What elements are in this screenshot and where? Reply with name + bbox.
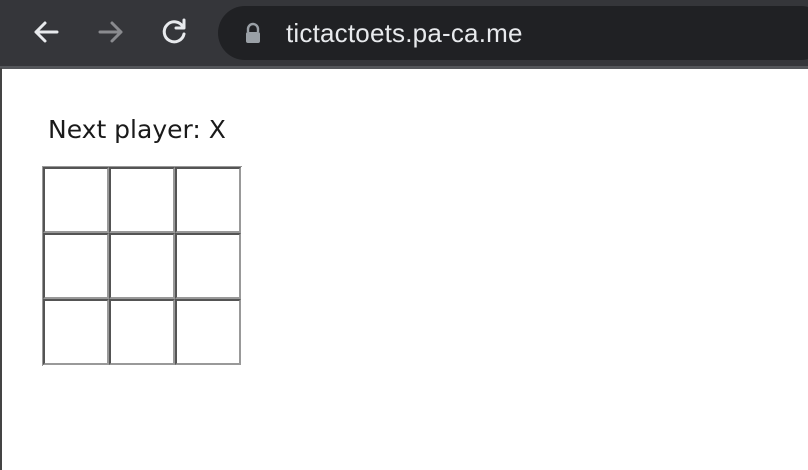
url-text[interactable]: tictactoets.pa-ca.me — [286, 6, 523, 60]
reload-button[interactable] — [156, 14, 192, 50]
game-board — [42, 166, 242, 366]
arrow-left-icon — [34, 21, 59, 43]
board-square-4[interactable] — [43, 233, 109, 299]
board-square-1[interactable] — [43, 167, 109, 233]
reload-icon — [162, 18, 186, 44]
board-square-7[interactable] — [43, 299, 109, 365]
board-square-9[interactable] — [175, 299, 241, 365]
board-square-8[interactable] — [109, 299, 175, 365]
arrow-right-icon — [98, 21, 123, 43]
toolbar-divider — [0, 66, 808, 69]
window-edge — [0, 68, 2, 470]
board-square-5[interactable] — [109, 233, 175, 299]
lock-icon[interactable] — [242, 22, 264, 44]
game-status: Next player: X — [48, 115, 226, 144]
board-square-6[interactable] — [175, 233, 241, 299]
forward-button[interactable] — [93, 14, 129, 50]
address-bar[interactable]: tictactoets.pa-ca.me — [218, 6, 808, 60]
browser-toolbar: tictactoets.pa-ca.me — [0, 0, 808, 69]
board-square-3[interactable] — [175, 167, 241, 233]
board-square-2[interactable] — [109, 167, 175, 233]
back-button[interactable] — [28, 14, 64, 50]
